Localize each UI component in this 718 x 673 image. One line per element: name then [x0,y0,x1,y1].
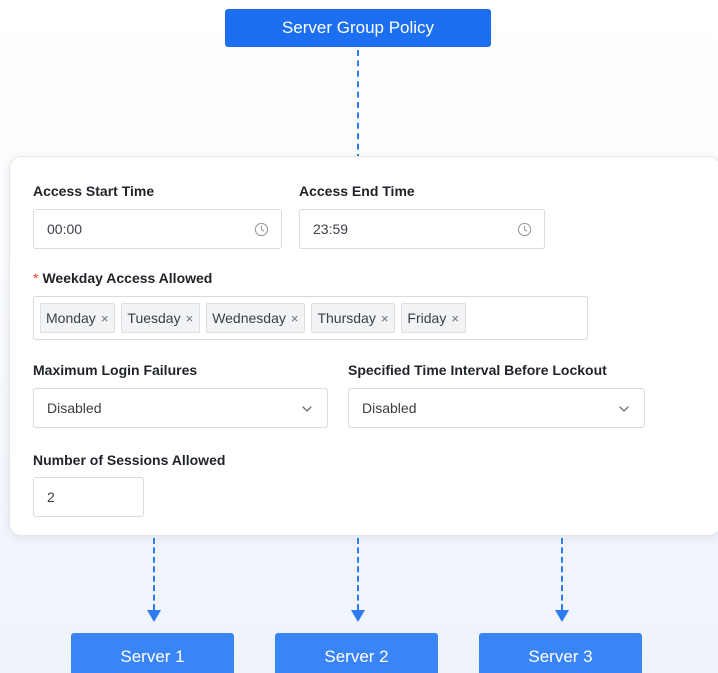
close-icon[interactable]: × [101,311,109,326]
weekday-access-label: * Weekday Access Allowed [33,270,212,286]
lockout-interval-label: Specified Time Interval Before Lockout [348,362,607,378]
tag-label: Thursday [317,310,376,326]
arrow-down-icon [351,610,365,622]
close-icon[interactable]: × [451,311,459,326]
access-start-label: Access Start Time [33,183,155,199]
tag-label: Monday [46,310,96,326]
max-login-failures-value: Disabled [47,400,102,416]
connector-policy-to-card [357,50,359,160]
tag-label: Wednesday [212,310,286,326]
weekday-tag-monday: Monday × [40,303,116,333]
chevron-down-icon [619,406,629,412]
access-start-value: 00:00 [47,221,83,237]
close-icon[interactable]: × [291,311,299,326]
tag-label: Friday [407,310,447,326]
max-login-failures-label: Maximum Login Failures [33,362,198,378]
close-icon[interactable]: × [381,311,389,326]
server-3-label: Server 3 [528,647,593,666]
weekday-tag-tuesday: Tuesday × [121,303,201,333]
access-end-value: 23:59 [313,221,349,237]
access-end-label: Access End Time [299,183,415,199]
weekday-multiselect[interactable]: Monday × Tuesday × Wednesday × Thursday … [33,296,588,340]
lockout-interval-value: Disabled [362,400,417,416]
required-asterisk: * [33,270,39,286]
policy-settings-card: Access Start Time 00:00 Access End Time … [9,156,718,536]
policy-title: Server Group Policy [281,18,435,37]
weekday-access-label-text: Weekday Access Allowed [42,270,213,286]
clock-icon [254,222,269,237]
connector-card-to-server-3 [561,538,563,610]
connector-card-to-server-2 [357,538,359,610]
access-start-time-picker[interactable]: 00:00 [33,209,282,249]
server-2-node[interactable]: Server 2 [275,633,438,673]
arrow-down-icon [555,610,569,622]
server-3-node[interactable]: Server 3 [479,633,642,673]
sessions-allowed-value: 2 [47,489,55,505]
connector-card-to-server-1 [153,538,155,610]
weekday-tag-friday: Friday × [401,303,466,333]
tag-label: Tuesday [127,310,181,326]
chevron-down-icon [302,406,312,412]
server-group-policy-node[interactable]: Server Group Policy [225,9,491,47]
max-login-failures-select[interactable]: Disabled [33,388,328,428]
arrow-down-icon [147,610,161,622]
access-end-time-picker[interactable]: 23:59 [299,209,545,249]
server-1-node[interactable]: Server 1 [71,633,234,673]
clock-icon [517,222,532,237]
sessions-allowed-label: Number of Sessions Allowed [33,452,226,468]
lockout-interval-select[interactable]: Disabled [348,388,645,428]
server-1-label: Server 1 [120,647,185,666]
weekday-tag-wednesday: Wednesday × [206,303,306,333]
weekday-tag-thursday: Thursday × [311,303,396,333]
sessions-allowed-input[interactable]: 2 [33,477,144,517]
server-2-label: Server 2 [324,647,389,666]
close-icon[interactable]: × [186,311,194,326]
